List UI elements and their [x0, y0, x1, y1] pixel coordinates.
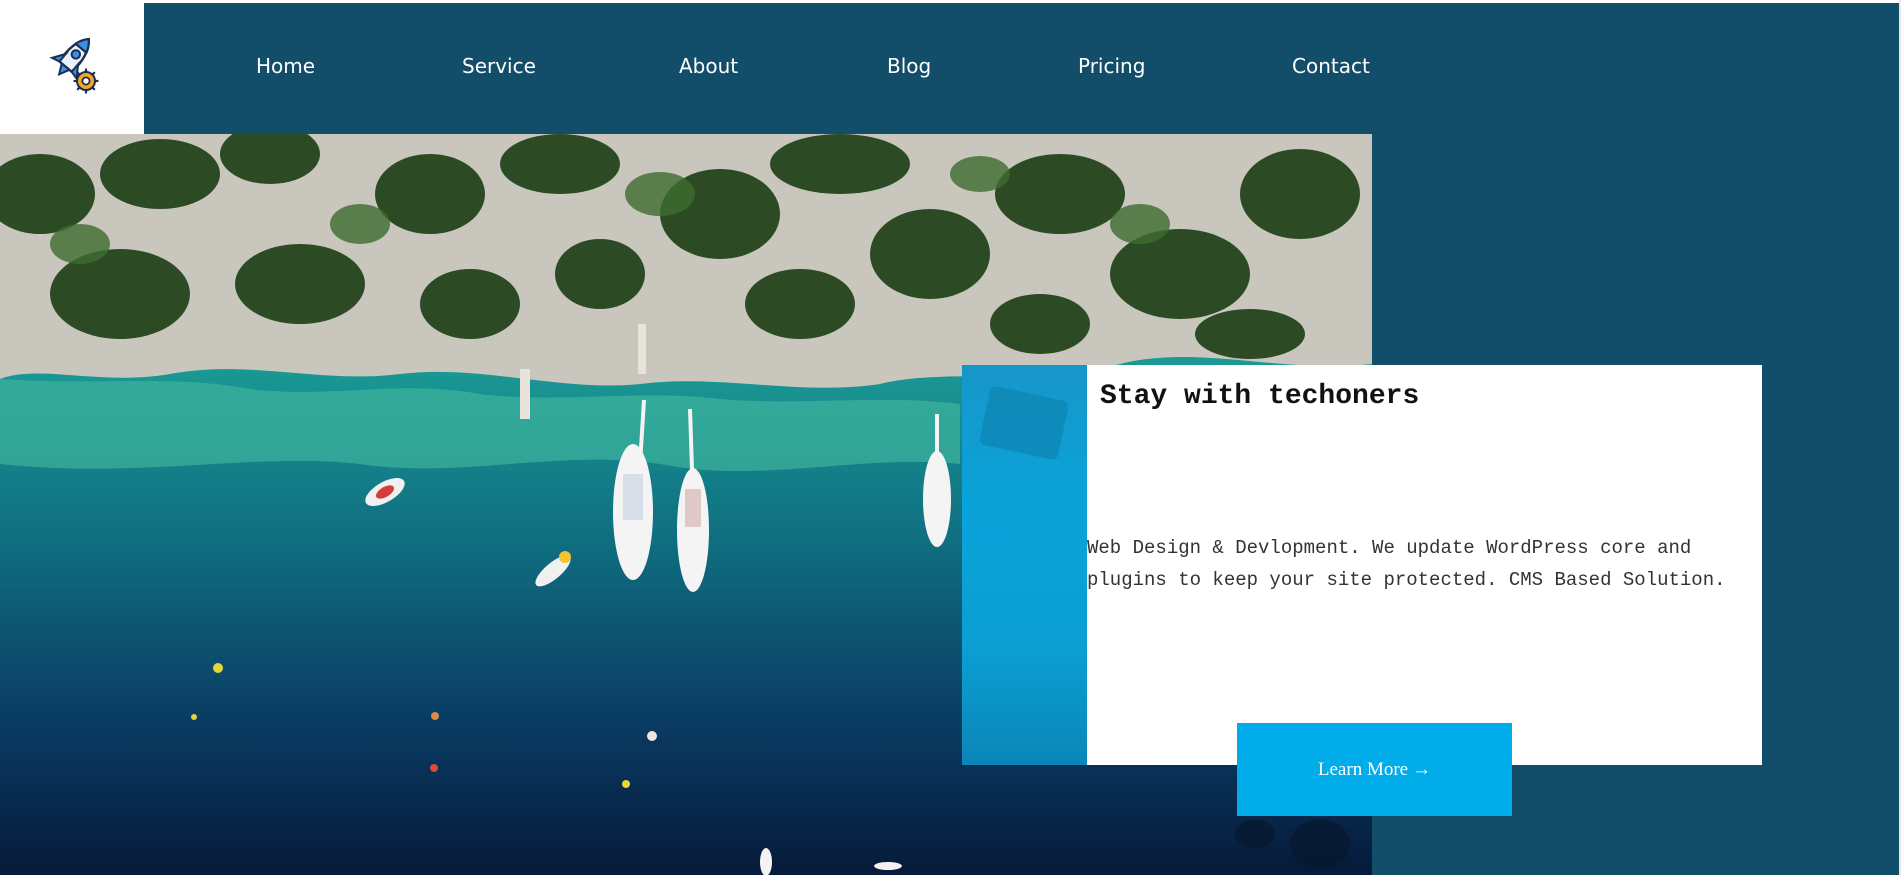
- main-nav: Home Service About Blog Pricing Contact: [144, 3, 1372, 134]
- card-accent-shade: [978, 385, 1070, 461]
- nav-about[interactable]: About: [679, 53, 738, 79]
- nav-contact[interactable]: Contact: [1292, 53, 1370, 79]
- card-accent-image: [962, 365, 1087, 765]
- learn-more-label: Learn More: [1317, 758, 1409, 780]
- card-title: Stay with techoners: [1100, 381, 1420, 412]
- rocket-gear-icon: [49, 37, 99, 94]
- nav-blog[interactable]: Blog: [887, 53, 931, 79]
- nav-home[interactable]: Home: [256, 53, 315, 79]
- page: Home Service About Blog Pricing Contact: [0, 0, 1901, 875]
- logo-link[interactable]: [0, 3, 144, 134]
- card-text: Web Design & Devlopment. We update WordP…: [1087, 537, 1726, 591]
- arrow-right-icon: →: [1412, 758, 1432, 780]
- nav-service[interactable]: Service: [462, 53, 536, 79]
- nav-pricing[interactable]: Pricing: [1078, 53, 1145, 79]
- learn-more-button[interactable]: Learn More →: [1237, 723, 1512, 816]
- info-card: Stay with techoners Web Design & Devlopm…: [962, 365, 1762, 765]
